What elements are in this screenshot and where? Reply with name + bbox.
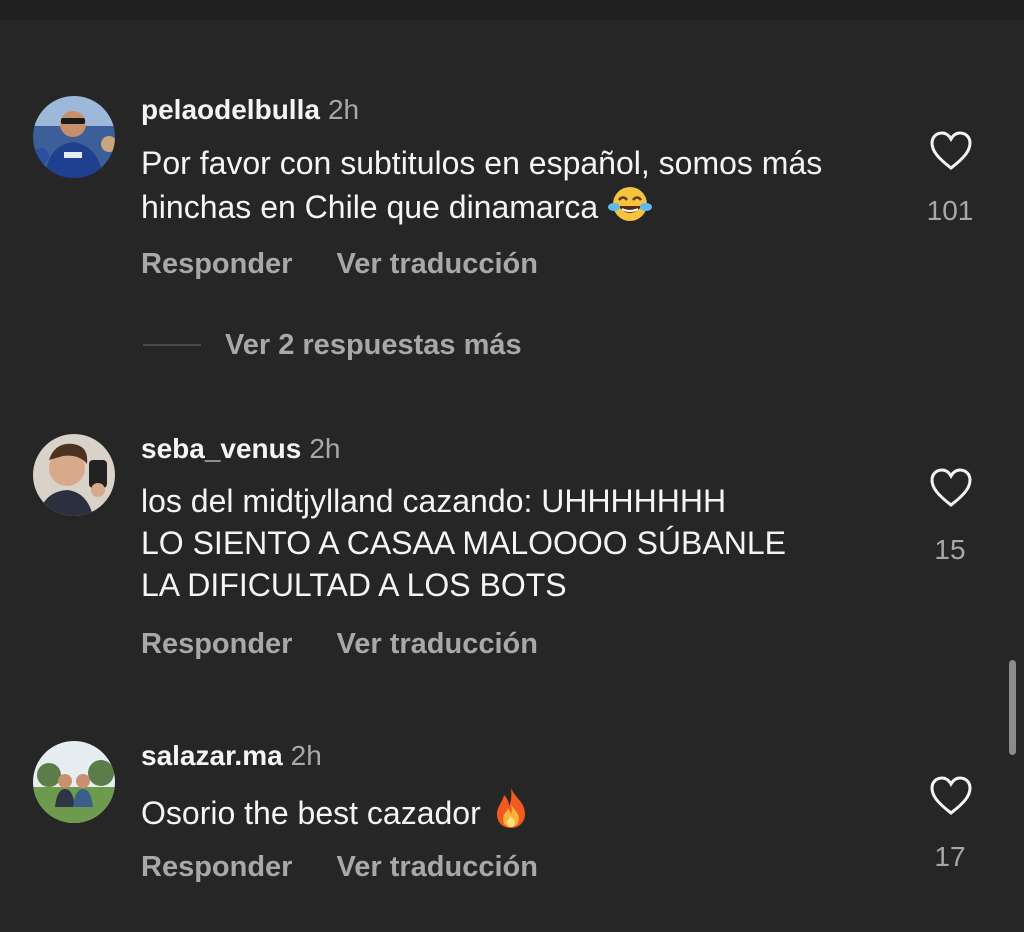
avatar[interactable] xyxy=(33,741,115,823)
see-translation-button[interactable]: Ver traducción xyxy=(336,628,537,660)
heart-icon[interactable] xyxy=(928,467,974,509)
see-translation-button[interactable]: Ver traducción xyxy=(336,248,537,280)
comment-meta: salazar.ma 2h xyxy=(141,739,322,773)
comment-text: Osorio the best cazador xyxy=(141,786,891,840)
timestamp: 2h xyxy=(290,740,322,771)
scrollbar[interactable] xyxy=(1009,660,1016,755)
fire-icon xyxy=(491,786,531,840)
timestamp: 2h xyxy=(309,433,341,464)
face-with-tears-of-joy-icon xyxy=(608,184,653,234)
heart-icon[interactable] xyxy=(928,130,974,172)
top-divider xyxy=(0,0,1024,20)
heart-icon[interactable] xyxy=(928,775,974,817)
username[interactable]: seba_venus xyxy=(141,433,301,464)
comment-actions: Responder Ver traducción xyxy=(141,626,538,662)
like-count: 15 xyxy=(934,534,966,565)
username[interactable]: pelaodelbulla xyxy=(141,94,320,125)
comment-actions: Responder Ver traducción xyxy=(141,849,538,885)
like-count: 101 xyxy=(926,195,974,226)
like-count: 17 xyxy=(934,841,966,872)
replies-divider xyxy=(143,344,201,346)
comment-actions: Responder Ver traducción xyxy=(141,246,538,282)
timestamp: 2h xyxy=(327,94,360,125)
reply-button[interactable]: Responder xyxy=(141,628,292,660)
avatar[interactable] xyxy=(33,434,115,516)
comment-text: Por favor con subtitulos en español, som… xyxy=(141,142,841,234)
comment-meta: seba_venus 2h xyxy=(141,432,340,466)
comment-meta: pelaodelbulla 2h xyxy=(141,93,359,127)
comment-text: los del midtjylland cazando: UHHHHHHH LO… xyxy=(141,483,786,603)
username[interactable]: salazar.ma xyxy=(141,740,283,771)
reply-button[interactable]: Responder xyxy=(141,851,292,883)
view-more-replies-button[interactable]: Ver 2 respuestas más xyxy=(225,327,522,363)
see-translation-button[interactable]: Ver traducción xyxy=(336,851,537,883)
avatar[interactable] xyxy=(33,96,115,178)
reply-button[interactable]: Responder xyxy=(141,248,292,280)
